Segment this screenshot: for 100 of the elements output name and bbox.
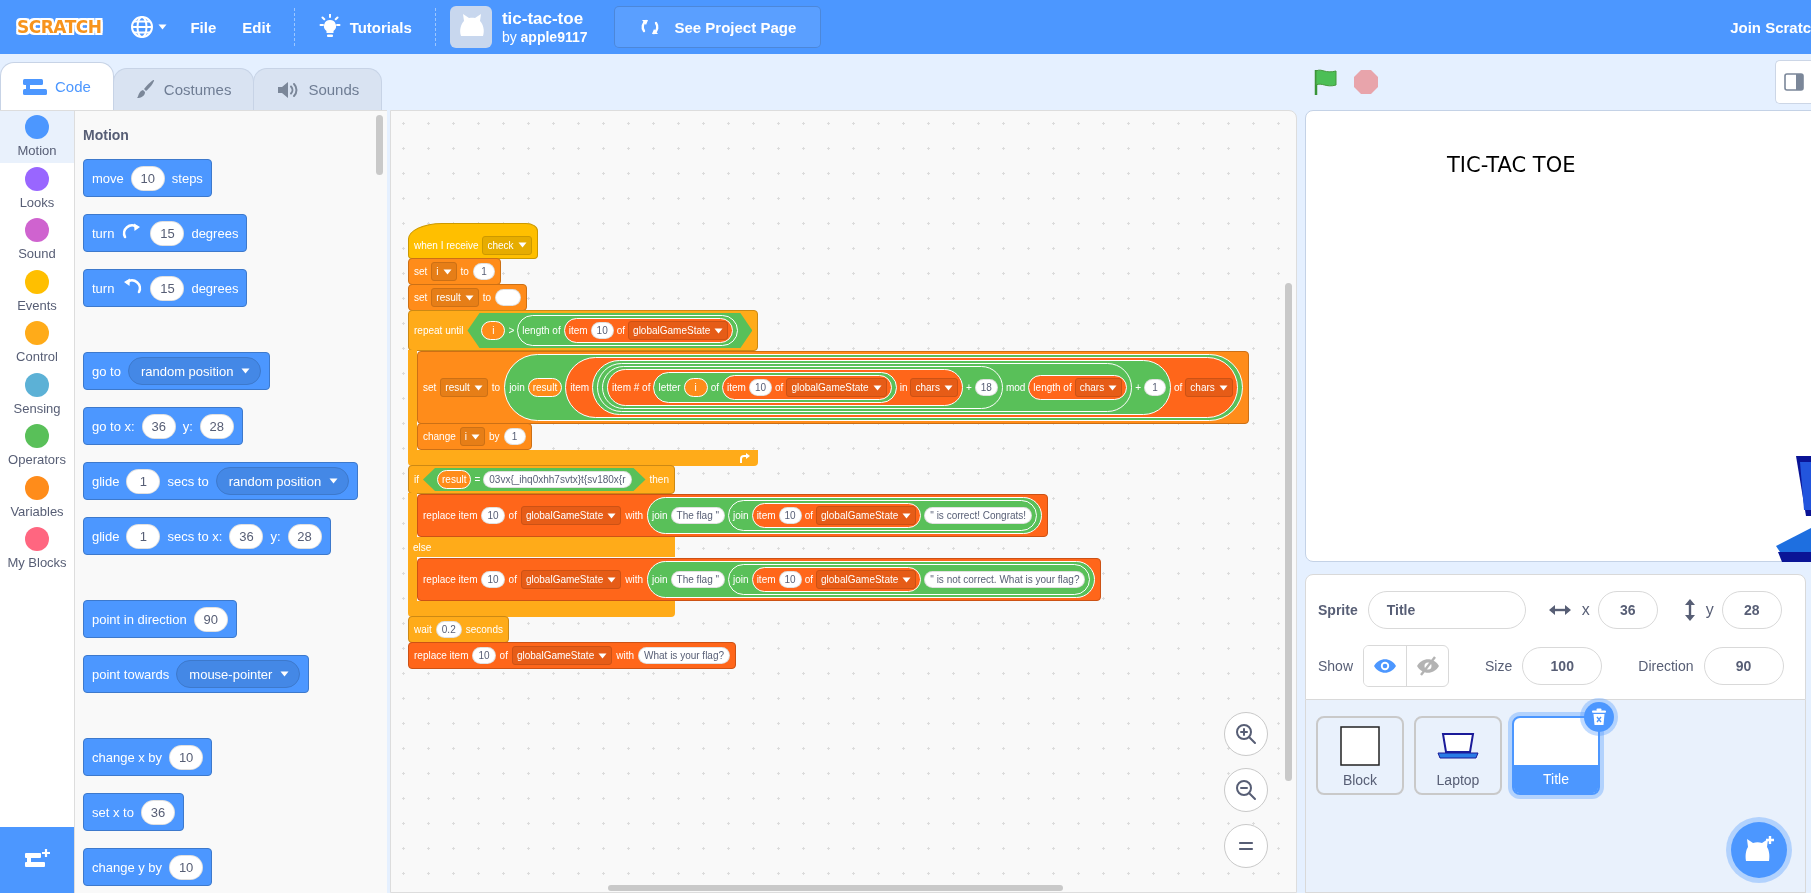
- number-input[interactable]: 36: [140, 799, 175, 825]
- number-input[interactable]: 36: [229, 523, 264, 549]
- reporter-block[interactable]: join The flag " join item 10 of globalGameState " is correct! Congrats!: [647, 497, 1043, 534]
- category-item[interactable]: Motion: [0, 111, 74, 163]
- number-input[interactable]: 1: [472, 263, 495, 280]
- reporter-block[interactable]: item 10 of globalGameState: [751, 503, 922, 528]
- category-item[interactable]: Sound: [0, 214, 74, 266]
- code-block[interactable]: change x by 10: [83, 738, 213, 776]
- stop-sign-icon[interactable]: [1353, 69, 1379, 95]
- code-block[interactable]: glide 1 secs to random position: [83, 462, 359, 500]
- code-block[interactable]: point in direction 90: [83, 600, 237, 638]
- category-item[interactable]: Events: [0, 265, 74, 317]
- number-input[interactable]: 10: [590, 322, 614, 339]
- number-input[interactable]: 15: [150, 275, 185, 301]
- number-input[interactable]: 1: [503, 428, 526, 445]
- scrollbar[interactable]: [1285, 283, 1292, 781]
- reporter-block[interactable]: join result item item # of letter i of item 10 of globalGameState in chars + 18 mod length of chars + 1 of chars: [504, 354, 1243, 421]
- boolean-block[interactable]: result = 03vx{_ihq0xhh7svtx}t{sv180x{r: [423, 468, 646, 491]
- number-input[interactable]: 0.2: [435, 621, 462, 638]
- reporter-block[interactable]: length of chars: [1028, 375, 1128, 400]
- number-input[interactable]: 28: [199, 413, 234, 439]
- code-block[interactable]: point towards mouse-pointer: [83, 655, 310, 693]
- zoom-out-button[interactable]: [1224, 768, 1268, 812]
- code-block[interactable]: turn 15 degrees: [83, 214, 248, 252]
- category-item[interactable]: Looks: [0, 162, 74, 214]
- number-input[interactable]: 10: [778, 571, 802, 588]
- number-input[interactable]: 10: [778, 507, 802, 524]
- delete-button[interactable]: [1584, 702, 1614, 732]
- dropdown-menu[interactable]: chars: [1074, 378, 1123, 397]
- code-block[interactable]: set result to join result item item # of letter i of item 10 of globalGameState in chars + 18 mod length of chars + 1 of chars: [417, 351, 1249, 424]
- code-block[interactable]: wait 0.2 seconds: [408, 616, 509, 643]
- dropdown-menu[interactable]: globalGameState: [816, 570, 917, 589]
- code-block[interactable]: go to x: 36 y: 28: [83, 407, 243, 445]
- dropdown-menu[interactable]: mouse-pointer: [176, 660, 301, 688]
- category-item[interactable]: Variables: [0, 471, 74, 523]
- reporter-block[interactable]: join item 10 of globalGameState " is correct! Congrats!: [728, 500, 1038, 531]
- code-block[interactable]: glide 1 secs to x: 36 y: 28: [83, 517, 331, 555]
- number-input[interactable]: 10: [481, 507, 505, 524]
- number-input[interactable]: 10: [472, 647, 496, 664]
- add-sprite-button[interactable]: [1731, 822, 1787, 878]
- code-block[interactable]: replace item 10 of globalGameState with What is your flag?: [408, 642, 737, 669]
- code-block[interactable]: set x to 36: [83, 793, 184, 831]
- sprite-tile[interactable]: Block: [1316, 716, 1404, 795]
- number-input[interactable]: 28: [287, 523, 322, 549]
- reporter-block[interactable]: length of item 10 of globalGameState: [517, 315, 739, 346]
- number-input[interactable]: 10: [748, 379, 773, 396]
- code-block[interactable]: repeat until i > length of item 10 of globalGameState: [408, 310, 759, 351]
- dropdown-menu[interactable]: globalGameState: [520, 506, 622, 525]
- dropdown-menu[interactable]: globalGameState: [628, 321, 729, 340]
- reporter-block[interactable]: item # of letter i of item 10 of globalGameState in chars: [607, 369, 963, 406]
- dropdown-menu[interactable]: globalGameState: [816, 506, 917, 525]
- zoom-reset-button[interactable]: [1224, 824, 1268, 868]
- code-block[interactable]: turn 15 degrees: [83, 269, 248, 307]
- text-input[interactable]: " is not correct. What is your flag?: [924, 571, 1086, 588]
- text-input[interactable]: [495, 289, 522, 306]
- code-block[interactable]: go to random position: [83, 352, 271, 390]
- project-thumbnail-icon[interactable]: [449, 6, 492, 48]
- number-input[interactable]: 10: [130, 165, 165, 191]
- number-input[interactable]: 36: [141, 413, 176, 439]
- reporter-block[interactable]: item # of letter i of item 10 of globalGameState in chars + 18 mod length of chars: [597, 363, 1133, 412]
- category-item[interactable]: My Blocks: [0, 523, 74, 575]
- stage-layout-button[interactable]: [1775, 60, 1811, 104]
- number-input[interactable]: 1: [126, 468, 161, 494]
- sprite-tile[interactable]: Laptop: [1414, 716, 1502, 795]
- number-input[interactable]: 18: [974, 379, 998, 396]
- number-input[interactable]: 1: [1144, 379, 1166, 396]
- reporter-block[interactable]: join item 10 of globalGameState " is not correct. What is your flag?: [728, 564, 1091, 595]
- number-input[interactable]: 10: [169, 744, 204, 770]
- code-block[interactable]: change y by 10: [83, 848, 213, 886]
- category-item[interactable]: Operators: [0, 420, 74, 472]
- add-extension-button[interactable]: [0, 827, 74, 893]
- reporter-block[interactable]: item # of letter i of item 10 of globalGameState in chars + 18 mod length of chars + 1: [592, 360, 1171, 415]
- flag-icon[interactable]: [1313, 68, 1339, 96]
- reporter-block[interactable]: letter i of item 10 of globalGameState: [653, 372, 897, 403]
- scrollbar[interactable]: [608, 885, 1063, 891]
- text-input[interactable]: " is correct! Congrats!: [924, 507, 1033, 524]
- dropdown-menu[interactable]: random position: [127, 357, 262, 385]
- text-input[interactable]: 03vx{_ihq0xhh7svtx}t{sv180x{r: [483, 471, 632, 488]
- code-block[interactable]: if result = 03vx{_ihq0xhh7svtx}t{sv180x{r then: [408, 465, 675, 494]
- dropdown-menu[interactable]: chars: [1185, 378, 1233, 397]
- text-input[interactable]: What is your flag?: [638, 647, 731, 664]
- number-input[interactable]: 15: [150, 220, 185, 246]
- dropdown-menu[interactable]: chars: [910, 378, 958, 397]
- code-block[interactable]: replace item 10 of globalGameState with join The flag " join item 10 of globalGameState " is not correct. What is your flag?: [417, 558, 1102, 601]
- reporter-block[interactable]: item 10 of globalGameState: [751, 567, 922, 592]
- reporter-block[interactable]: item 10 of globalGameState: [563, 318, 734, 343]
- number-input[interactable]: 90: [193, 606, 228, 632]
- reporter-block[interactable]: item item # of letter i of item 10 of globalGameState in chars + 18 mod length of chars + 1 of chars: [565, 357, 1238, 418]
- dropdown-menu[interactable]: globalGameState: [511, 646, 613, 665]
- dropdown-menu[interactable]: random position: [215, 467, 350, 495]
- number-input[interactable]: 10: [481, 571, 505, 588]
- dropdown-menu[interactable]: globalGameState: [520, 570, 622, 589]
- text-input[interactable]: The flag ": [670, 507, 726, 524]
- category-item[interactable]: Sensing: [0, 368, 74, 420]
- code-block[interactable]: change i by 1: [417, 423, 532, 450]
- category-item[interactable]: Control: [0, 317, 74, 369]
- number-input[interactable]: 1: [126, 523, 161, 549]
- text-input[interactable]: The flag ": [670, 571, 726, 588]
- code-block[interactable]: set i to 1: [408, 258, 501, 285]
- code-block[interactable]: replace item 10 of globalGameState with join The flag " join item 10 of globalGameState " is correct! Congrats!: [417, 494, 1049, 537]
